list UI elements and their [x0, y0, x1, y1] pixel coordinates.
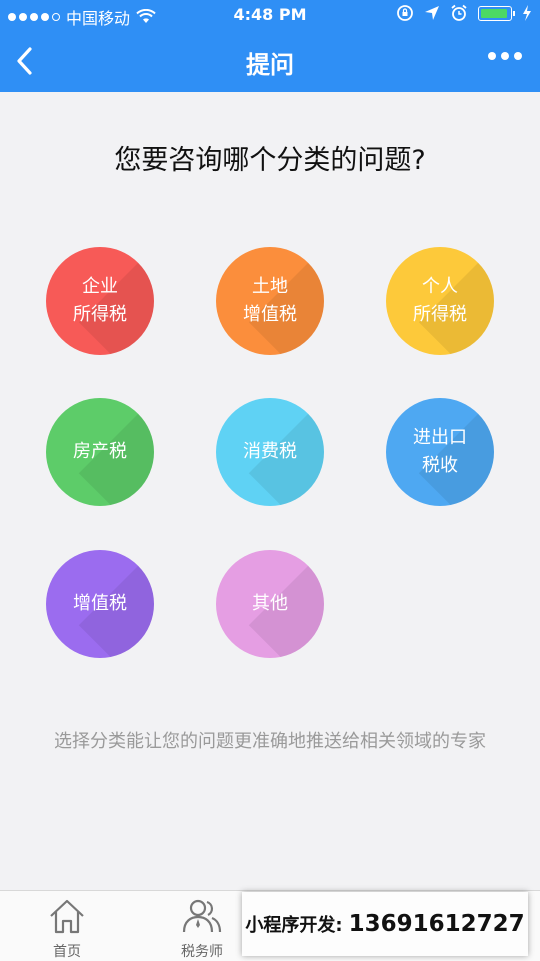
more-button[interactable]	[488, 52, 522, 60]
category-corporate-income-tax[interactable]: 企业 所得税	[46, 247, 154, 355]
battery-icon	[478, 5, 515, 21]
people-icon	[182, 899, 222, 933]
category-label-line2: 税收	[422, 455, 458, 476]
category-label-line1: 进出口	[413, 427, 467, 448]
category-personal-income-tax[interactable]: 个人 所得税	[386, 247, 494, 355]
status-bar: 中国移动 4:48 PM	[0, 0, 540, 30]
category-label-line2: 所得税	[73, 304, 127, 325]
category-label-line1: 土地	[252, 276, 288, 297]
rotation-lock-icon	[397, 5, 413, 21]
tab-tax-advisor[interactable]: 税务师	[162, 897, 242, 961]
category-import-export-tax[interactable]: 进出口 税收	[386, 398, 494, 506]
page-title: 提问	[246, 51, 294, 79]
tab-tax-advisor-label: 税务师	[181, 944, 223, 960]
location-arrow-icon	[425, 6, 439, 20]
category-land-value-added-tax[interactable]: 土地 增值税	[216, 247, 324, 355]
category-label-line1: 房产税	[73, 441, 127, 462]
category-consumption-tax[interactable]: 消费税	[216, 398, 324, 506]
promo-label: 小程序开发:	[245, 915, 343, 936]
category-label-line1: 个人	[422, 276, 458, 297]
category-value-added-tax[interactable]: 增值税	[46, 550, 154, 658]
category-label-line2: 增值税	[243, 304, 297, 325]
question-heading: 您要咨询哪个分类的问题?	[114, 145, 426, 176]
category-other[interactable]: 其他	[216, 550, 324, 658]
nav-bar: 提问	[0, 30, 540, 92]
status-right	[396, 4, 532, 22]
home-icon	[50, 899, 84, 934]
promo-phone: 13691612727	[348, 911, 525, 937]
category-label-line1: 增值税	[73, 593, 127, 614]
category-property-tax[interactable]: 房产税	[46, 398, 154, 506]
category-label-line1: 其他	[252, 593, 288, 614]
category-label-line1: 企业	[82, 276, 118, 297]
hint-text: 选择分类能让您的问题更准确地推送给相关领域的专家	[54, 731, 486, 752]
category-label-line2: 所得税	[413, 304, 467, 325]
charging-bolt-icon	[523, 5, 531, 21]
category-label-line1: 消费税	[243, 441, 297, 462]
tab-home-label: 首页	[53, 944, 81, 960]
alarm-icon	[451, 4, 467, 21]
promo-banner: 小程序开发: 13691612727	[242, 892, 528, 956]
more-dots-icon	[488, 52, 496, 60]
tab-home[interactable]: 首页	[27, 897, 107, 961]
